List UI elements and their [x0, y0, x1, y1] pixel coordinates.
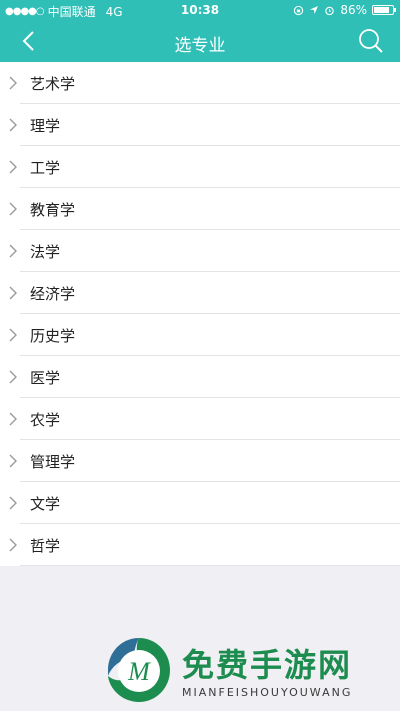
status-bar: ●●●●○ 中国联通 4G 10:38 86% [0, 0, 400, 20]
watermark: M 免费手游网 MIANFEISHOUYOUWANG [104, 636, 384, 708]
major-item[interactable]: 教育学 [0, 188, 400, 230]
major-label: 理学 [30, 116, 61, 135]
major-label: 医学 [30, 368, 61, 387]
chevron-right-icon [8, 327, 26, 343]
location-arrow-icon [310, 6, 319, 14]
major-item[interactable]: 工学 [0, 146, 400, 188]
status-right: 86% [293, 3, 396, 17]
major-item[interactable]: 医学 [0, 356, 400, 398]
battery-percent: 86% [340, 3, 367, 17]
major-label: 艺术学 [30, 74, 76, 93]
chevron-right-icon [8, 411, 26, 427]
major-label: 管理学 [30, 452, 76, 471]
battery-fill [374, 7, 389, 13]
major-item[interactable]: 经济学 [0, 272, 400, 314]
watermark-title: 免费手游网 [182, 646, 353, 684]
major-label: 哲学 [30, 536, 61, 555]
svg-text:M: M [127, 657, 151, 686]
major-label: 工学 [30, 158, 61, 177]
battery-icon [372, 5, 396, 15]
major-label: 经济学 [30, 284, 76, 303]
search-icon [359, 29, 383, 53]
major-label: 农学 [30, 410, 61, 429]
chevron-right-icon [8, 243, 26, 259]
major-item[interactable]: 艺术学 [0, 62, 400, 104]
nav-bar: 选专业 [0, 20, 400, 62]
major-item[interactable]: 哲学 [0, 524, 400, 566]
chevron-right-icon [8, 453, 26, 469]
chevron-right-icon [8, 117, 26, 133]
chevron-right-icon [8, 369, 26, 385]
major-item[interactable]: 农学 [0, 398, 400, 440]
orientation-lock-icon [294, 5, 304, 15]
major-label: 教育学 [30, 200, 76, 219]
major-list: 艺术学理学工学教育学法学经济学历史学医学农学管理学文学哲学 [0, 62, 400, 566]
page-title: 选专业 [174, 36, 226, 56]
major-label: 文学 [30, 494, 61, 513]
major-label: 法学 [30, 242, 61, 261]
major-item[interactable]: 法学 [0, 230, 400, 272]
major-item[interactable]: 管理学 [0, 440, 400, 482]
major-label: 历史学 [30, 326, 76, 345]
chevron-right-icon [8, 75, 26, 91]
watermark-subtitle: MIANFEISHOUYOUWANG [182, 686, 353, 699]
major-item[interactable]: 历史学 [0, 314, 400, 356]
major-item[interactable]: 文学 [0, 482, 400, 524]
chevron-right-icon [8, 159, 26, 175]
major-item[interactable]: 理学 [0, 104, 400, 146]
search-button[interactable] [356, 26, 386, 56]
chevron-right-icon [8, 537, 26, 553]
alarm-icon [325, 6, 335, 15]
chevron-right-icon [8, 201, 26, 217]
watermark-logo: M [108, 638, 170, 702]
chevron-right-icon [8, 285, 26, 301]
chevron-right-icon [8, 495, 26, 511]
